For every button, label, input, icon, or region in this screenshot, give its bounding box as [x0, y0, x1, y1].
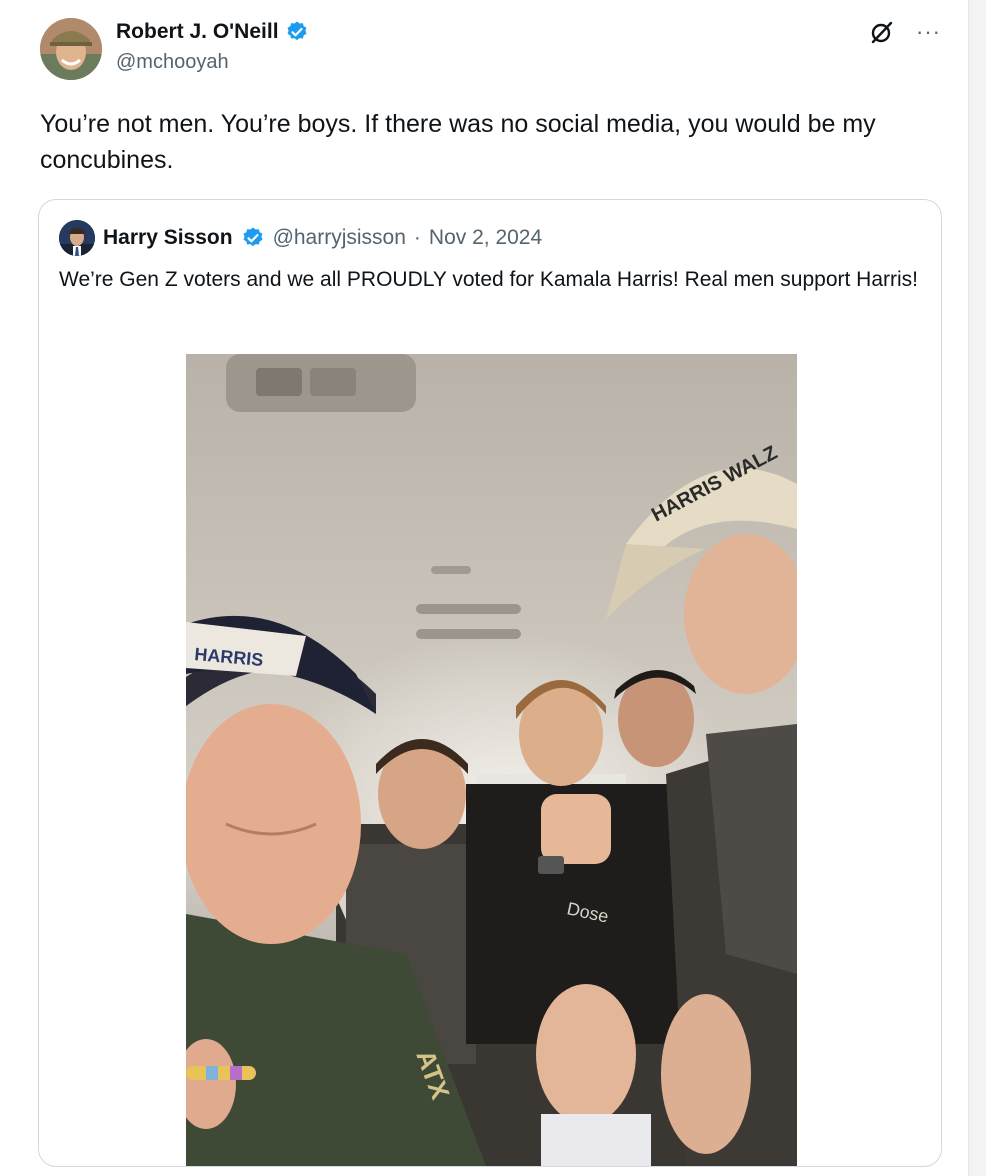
more-icon[interactable]: ··· — [916, 21, 941, 43]
quoted-author-handle[interactable]: @harryjsisson — [273, 226, 406, 250]
quoted-author-name[interactable]: Harry Sisson — [103, 226, 233, 250]
quoted-author-avatar[interactable] — [59, 220, 95, 256]
quoted-tweet-card[interactable]: Harry Sisson @harryjsisson · Nov 2, 2024… — [38, 199, 942, 1167]
meta-separator: · — [413, 226, 421, 249]
author-handle[interactable]: @mchooyah — [116, 51, 309, 74]
author-block: Robert J. O'Neill @mchooyah — [116, 20, 309, 74]
tweet-actions: ··· — [870, 20, 941, 44]
quoted-tweet-text: We’re Gen Z voters and we all PROUDLY vo… — [59, 268, 918, 291]
author-name[interactable]: Robert J. O'Neill — [116, 20, 279, 44]
tweet-text: You’re not men. You’re boys. If there wa… — [40, 110, 876, 174]
verified-badge-icon — [241, 226, 265, 250]
quoted-tweet-photo[interactable]: Dose HARRIS WALZ HARRIS ATX — [186, 354, 797, 1166]
quoted-tweet-header: Harry Sisson @harryjsisson · Nov 2, 2024 — [59, 220, 542, 256]
verified-badge-icon — [285, 20, 309, 44]
right-edge-shadow — [968, 0, 986, 1176]
quoted-tweet-date[interactable]: Nov 2, 2024 — [429, 226, 542, 250]
author-avatar[interactable] — [40, 18, 102, 80]
grok-icon[interactable] — [870, 20, 894, 44]
